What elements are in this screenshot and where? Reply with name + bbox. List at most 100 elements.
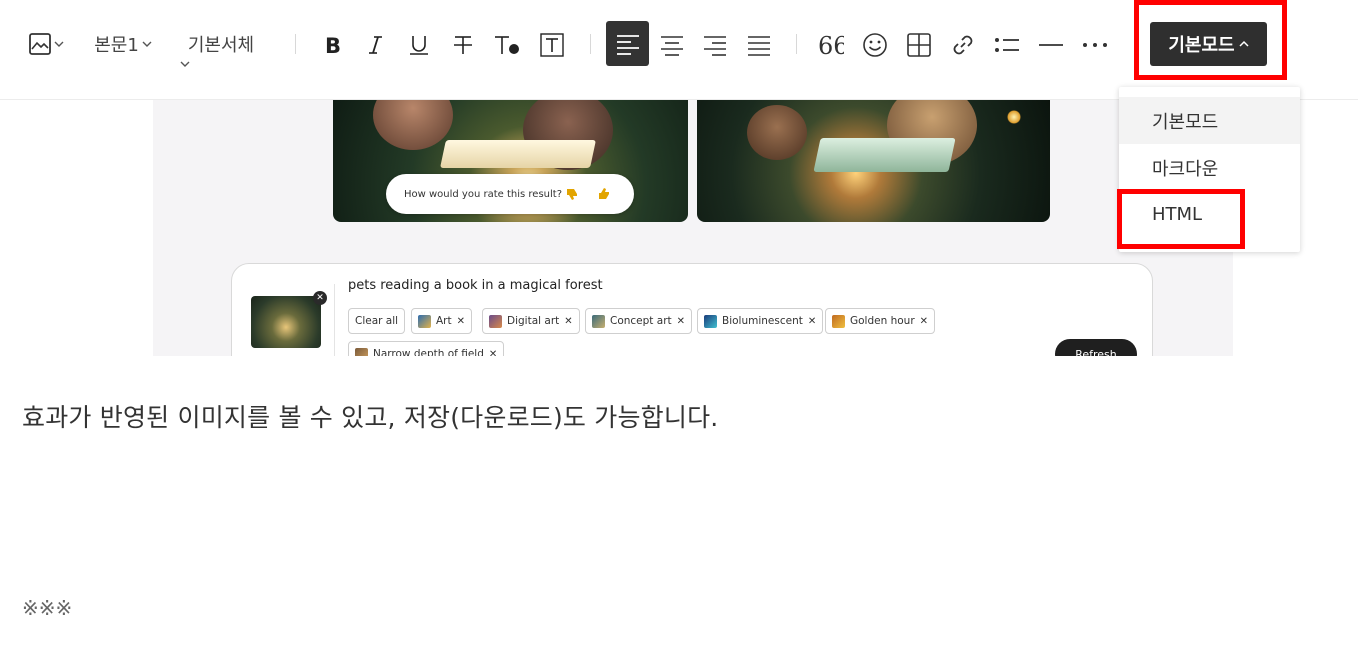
menu-item-label: 마크다운 <box>1152 158 1219 180</box>
image-insert-button[interactable] <box>24 30 68 58</box>
editor-mode-label: 기본모드 <box>1168 35 1235 56</box>
horizontal-rule-icon <box>1039 44 1063 46</box>
chip-thumbnail <box>592 314 605 328</box>
more-icon <box>1083 43 1107 47</box>
align-right-button[interactable] <box>700 30 730 60</box>
underline-icon <box>410 36 428 55</box>
image-icon <box>29 33 51 55</box>
align-left-button[interactable] <box>606 21 649 66</box>
align-center-button[interactable] <box>657 30 687 60</box>
text-color-icon <box>495 36 519 54</box>
toolbar-divider <box>796 34 797 54</box>
style-chip[interactable]: Bioluminescent ✕ <box>697 308 824 334</box>
chip-thumbnail <box>704 314 717 328</box>
chip-label: Bioluminescent <box>722 315 803 327</box>
strikethrough-button[interactable] <box>448 30 478 60</box>
chip-label: Digital art <box>507 315 560 327</box>
rating-prompt: How would you rate this result? <box>386 174 634 214</box>
clear-all-label: Clear all <box>355 315 399 327</box>
style-chip[interactable]: Digital art ✕ <box>482 308 580 334</box>
chevron-down-icon <box>180 61 190 67</box>
light-orb <box>1007 110 1021 124</box>
paragraph-style-label: 본문1 <box>94 35 139 56</box>
underline-button[interactable] <box>404 30 434 60</box>
style-chip[interactable]: Art ✕ <box>411 308 473 334</box>
bold-icon: B <box>325 34 341 56</box>
chip-remove-icon[interactable]: ✕ <box>457 316 465 327</box>
text-background-button[interactable] <box>537 30 567 60</box>
style-chip[interactable]: Golden hour ✕ <box>825 308 936 334</box>
generated-image-2 <box>697 100 1050 222</box>
bullet-list-icon <box>995 38 1019 52</box>
svg-text:B: B <box>325 34 341 56</box>
book-shape <box>813 138 956 172</box>
italic-icon <box>369 36 382 54</box>
quote-button[interactable]: 66 <box>816 30 846 60</box>
horizontal-rule-button[interactable] <box>1036 30 1066 60</box>
align-right-icon <box>704 36 726 56</box>
font-family-dropdown[interactable]: 기본서체 <box>178 29 264 59</box>
table-icon <box>907 33 931 57</box>
align-left-icon <box>616 34 639 55</box>
clear-all-button[interactable]: Clear all <box>348 308 406 334</box>
refresh-button[interactable]: Refresh <box>1055 339 1137 356</box>
bullet-list-button[interactable] <box>992 30 1022 60</box>
align-justify-button[interactable] <box>744 30 774 60</box>
chip-remove-icon[interactable]: ✕ <box>489 349 497 357</box>
font-family-label: 기본서체 <box>187 35 255 56</box>
chip-label: Narrow depth of field <box>373 348 484 356</box>
svg-text:66: 66 <box>818 35 844 55</box>
editor-mode-button[interactable]: 기본모드 <box>1150 22 1267 66</box>
toolbar-divider <box>590 34 591 54</box>
critter-shape <box>373 100 453 150</box>
prompt-text: pets reading a book in a magical forest <box>348 278 603 293</box>
remove-reference-icon[interactable]: ✕ <box>313 291 327 305</box>
style-chip[interactable]: Narrow depth of field ✕ <box>348 341 505 357</box>
chip-remove-icon[interactable]: ✕ <box>920 316 928 327</box>
menu-item-label: HTML <box>1152 204 1203 225</box>
chip-thumbnail <box>832 314 845 328</box>
rating-prompt-text: How would you rate this result? <box>404 188 563 200</box>
thumbs-up-icon[interactable] <box>598 187 612 201</box>
menu-item-markdown[interactable]: 마크다운 <box>1119 144 1300 191</box>
body-paragraph[interactable]: 효과가 반영된 이미지를 볼 수 있고, 저장(다운로드)도 가능합니다. <box>22 398 718 434</box>
embedded-screenshot: How would you rate this result? ✕ pets r… <box>153 100 1233 356</box>
link-icon <box>953 35 973 55</box>
link-button[interactable] <box>948 30 978 60</box>
bold-button[interactable]: B <box>318 30 348 60</box>
chevron-up-icon <box>1239 40 1249 47</box>
chip-remove-icon[interactable]: ✕ <box>808 316 816 327</box>
align-center-icon <box>661 36 683 56</box>
more-button[interactable] <box>1080 30 1110 60</box>
body-paragraph-marks[interactable]: ※※※ <box>22 596 72 620</box>
chip-label: Concept art <box>610 315 672 327</box>
prompt-divider <box>334 284 335 356</box>
text-color-button[interactable] <box>490 30 524 60</box>
critter-shape <box>747 105 807 160</box>
menu-item-html[interactable]: HTML <box>1119 191 1300 238</box>
chip-label: Golden hour <box>850 315 915 327</box>
table-button[interactable] <box>904 30 934 60</box>
chip-thumbnail <box>355 347 368 356</box>
chip-thumbnail <box>489 314 502 328</box>
chip-label: Art <box>436 315 452 327</box>
menu-item-label: 기본모드 <box>1152 111 1219 133</box>
emoji-button[interactable] <box>860 30 890 60</box>
reference-thumbnail <box>251 296 321 348</box>
text-background-icon <box>540 33 564 57</box>
book-shape <box>440 140 596 168</box>
style-chip[interactable]: Concept art ✕ <box>585 308 693 334</box>
quote-icon: 66 <box>818 35 844 55</box>
menu-item-basic-mode[interactable]: 기본모드 <box>1119 97 1300 144</box>
paragraph-style-dropdown[interactable]: 본문1 <box>89 29 157 59</box>
chevron-down-icon <box>54 41 64 47</box>
thumbs-down-icon[interactable] <box>566 187 580 201</box>
chip-remove-icon[interactable]: ✕ <box>677 316 685 327</box>
prompt-card: ✕ pets reading a book in a magical fores… <box>231 263 1153 356</box>
chip-remove-icon[interactable]: ✕ <box>564 316 572 327</box>
chip-thumbnail <box>418 314 431 328</box>
emoji-icon <box>863 33 887 57</box>
toolbar-divider <box>295 34 296 54</box>
italic-button[interactable] <box>361 30 391 60</box>
strikethrough-icon <box>454 36 472 54</box>
